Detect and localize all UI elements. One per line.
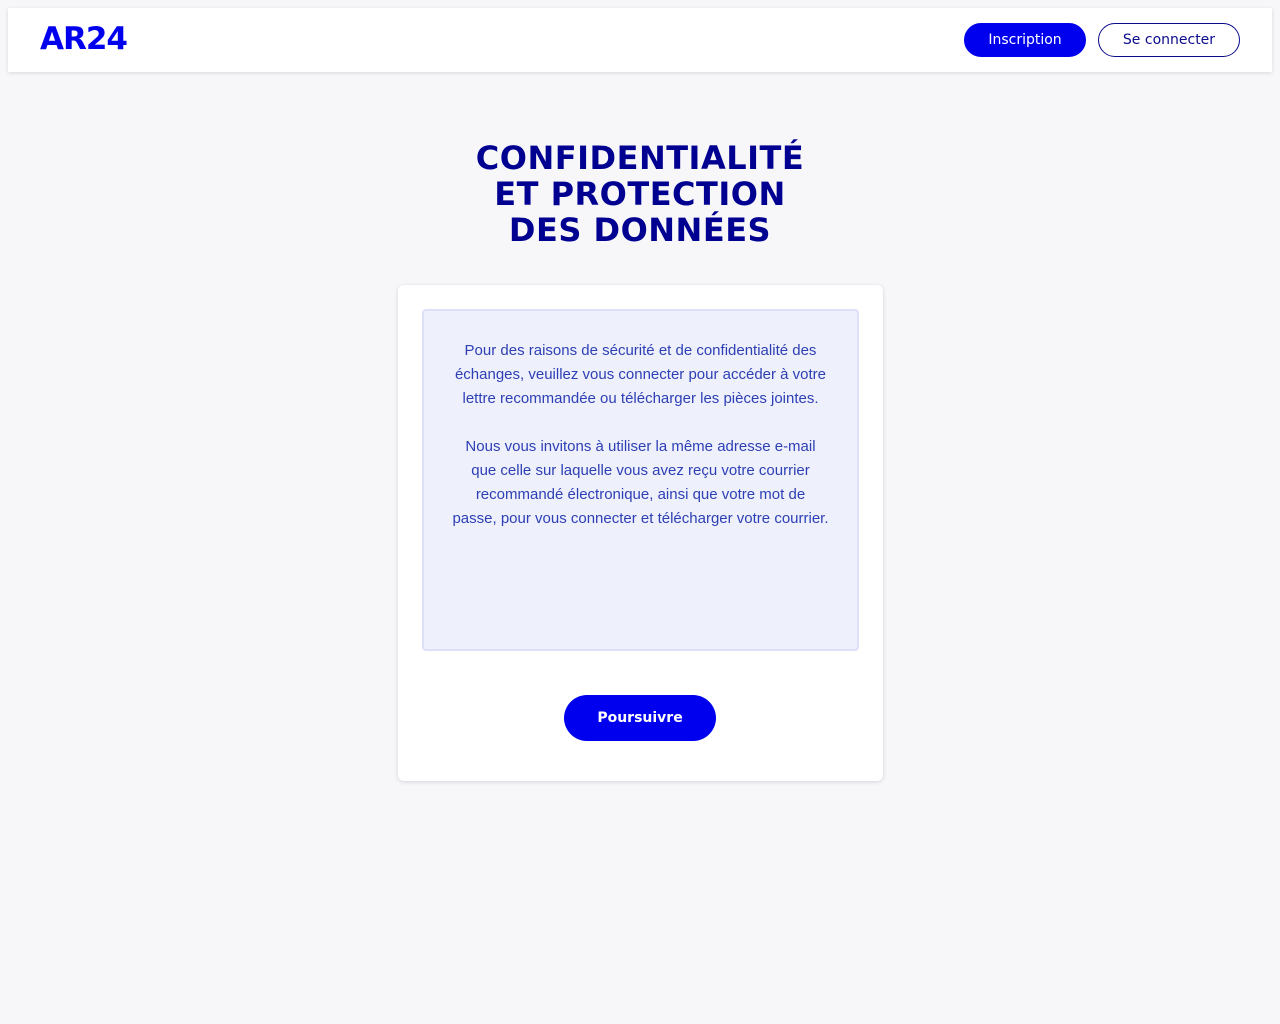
top-navbar: AR24 Inscription Se connecter bbox=[8, 8, 1272, 72]
notice-paragraph-security: Pour des raisons de sécurité et de confi… bbox=[454, 342, 827, 407]
continue-button[interactable]: Poursuivre bbox=[564, 695, 716, 741]
header-actions: Inscription Se connecter bbox=[964, 23, 1240, 57]
notice-paragraph-email: Nous vous invitons à utiliser la même ad… bbox=[452, 438, 829, 527]
ar24-logo[interactable]: AR24 bbox=[40, 21, 128, 57]
signup-button[interactable]: Inscription bbox=[964, 23, 1086, 57]
login-button[interactable]: Se connecter bbox=[1098, 23, 1240, 57]
page-title: CONFIDENTIALITÉ ET PROTECTION DES DONNÉE… bbox=[0, 140, 1280, 248]
page-title-line: CONFIDENTIALITÉ bbox=[475, 139, 805, 177]
page-title-line: DES DONNÉES bbox=[508, 211, 772, 249]
page-title-line: ET PROTECTION bbox=[494, 175, 786, 213]
privacy-notice-box: Pour des raisons de sécurité et de confi… bbox=[422, 309, 859, 651]
privacy-card: Pour des raisons de sécurité et de confi… bbox=[398, 285, 883, 781]
